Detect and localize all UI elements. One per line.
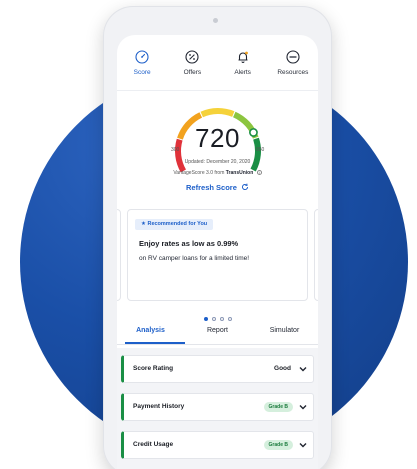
grade-badge: Grade B — [263, 402, 293, 412]
nav-item-score[interactable]: Score — [118, 49, 166, 89]
factor-row-payment-history[interactable]: Payment History Grade B — [121, 393, 314, 421]
score-factors: Score Rating Good Payment History Grade … — [117, 348, 318, 469]
nav-item-alerts[interactable]: Alerts — [219, 49, 267, 89]
bureau-name: TransUnion — [225, 170, 254, 176]
star-icon: ★ — [141, 221, 146, 227]
recommended-badge: ★ Recommended for You — [135, 219, 214, 230]
nav-label: Resources — [277, 69, 309, 76]
factor-row-score-rating[interactable]: Score Rating Good — [121, 355, 314, 383]
recommended-label: Recommended for You — [147, 221, 208, 227]
carousel-next-card[interactable] — [314, 209, 318, 301]
nav-label: Offers — [183, 69, 202, 76]
ellipsis-icon — [285, 49, 300, 64]
carousel-dot[interactable] — [227, 317, 232, 321]
factor-label: Score Rating — [133, 365, 174, 372]
nav-label: Score — [133, 69, 151, 76]
refresh-score-button[interactable]: Refresh Score — [117, 183, 318, 192]
score-model: VantageScore 3.0 from TransUnion i — [117, 170, 318, 176]
gauge-min-label: 300 — [171, 147, 180, 153]
factor-label: Credit Usage — [133, 441, 174, 448]
speedometer-icon — [135, 49, 150, 64]
nav-item-offers[interactable]: Offers — [168, 49, 216, 89]
promo-subtitle: on RV camper loans for a limited time! — [139, 255, 250, 262]
camera-dot — [213, 18, 218, 23]
promo-card[interactable]: ★ Recommended for You Enjoy rates as low… — [127, 209, 308, 301]
refresh-icon — [241, 183, 249, 191]
gauge-max-label: 850 — [256, 147, 265, 153]
tab-analysis[interactable]: Analysis — [117, 324, 184, 342]
carousel-dot[interactable] — [203, 317, 208, 321]
nav-label: Alerts — [234, 69, 251, 76]
promo-title: Enjoy rates as low as 0.99% — [139, 239, 239, 248]
chevron-down-icon — [299, 443, 307, 448]
credit-score-value: 720 — [195, 123, 240, 153]
chevron-down-icon — [299, 405, 307, 410]
tab-report[interactable]: Report — [184, 324, 251, 342]
percent-icon — [185, 49, 200, 64]
nav-divider — [117, 90, 318, 91]
factor-row-credit-usage[interactable]: Credit Usage Grade B — [121, 431, 314, 459]
grade-badge: Grade B — [263, 440, 293, 450]
updated-date: Updated: December 20, 2020 — [184, 159, 251, 165]
score-model-prefix: VantageScore 3.0 from — [173, 170, 225, 176]
chevron-down-icon — [299, 367, 307, 372]
refresh-score-label: Refresh Score — [186, 183, 237, 192]
score-tabs: Analysis Report Simulator — [117, 324, 318, 342]
bell-icon — [235, 49, 250, 64]
gauge-segment — [200, 108, 235, 118]
carousel-prev-card[interactable] — [117, 209, 121, 301]
nav-item-resources[interactable]: Resources — [269, 49, 317, 89]
app-screen: Score Offers Alerts Resources 720 300 85… — [117, 35, 318, 469]
factor-value: Good — [274, 365, 291, 372]
carousel-dots — [117, 317, 318, 321]
info-icon[interactable]: i — [256, 170, 262, 175]
tab-simulator[interactable]: Simulator — [251, 324, 318, 342]
carousel-dot[interactable] — [211, 317, 216, 321]
tabs-divider — [117, 344, 318, 345]
factor-label: Payment History — [133, 403, 185, 410]
top-nav: Score Offers Alerts Resources — [117, 49, 318, 89]
carousel-dot[interactable] — [219, 317, 224, 321]
